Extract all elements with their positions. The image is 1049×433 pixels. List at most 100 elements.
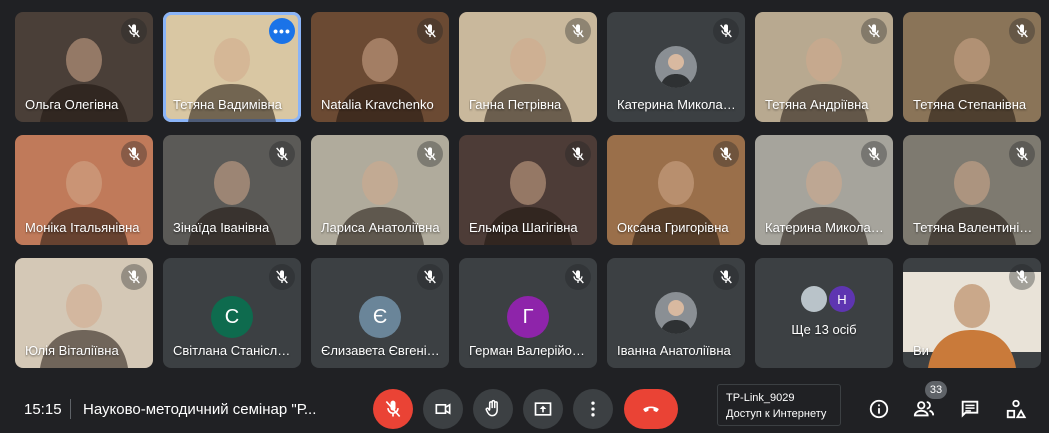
participant-tile[interactable]: Іванна Анатоліївна — [607, 258, 745, 368]
mic-off-icon — [424, 24, 436, 38]
participant-name: Ще 13 осіб — [791, 322, 857, 337]
muted-indicator — [1009, 18, 1035, 44]
mic-off-icon — [128, 24, 140, 38]
mic-off-icon — [868, 147, 880, 161]
mic-off-icon — [1016, 147, 1028, 161]
participant-tile[interactable]: Ви — [903, 258, 1041, 368]
mic-toggle-button[interactable] — [373, 389, 413, 429]
participant-tile[interactable]: ••• Тетяна Вадимівна — [163, 12, 301, 122]
participant-name: Ольга Олегівна — [25, 97, 119, 112]
participant-tile[interactable]: Катерина Миколаївна — [607, 12, 745, 122]
participant-tile[interactable]: Тетяна Степанівна — [903, 12, 1041, 122]
participant-name: Тетяна Валентинівна — [913, 220, 1035, 235]
participant-tile[interactable]: Ганна Петрівна — [459, 12, 597, 122]
participant-name: Оксана Григорівна — [617, 220, 729, 235]
participant-tile[interactable]: Юлія Віталіївна — [15, 258, 153, 368]
mic-off-icon — [572, 270, 584, 284]
others-avatars: Н — [801, 286, 855, 312]
participant-tile[interactable]: С Світлана Станіславівна — [163, 258, 301, 368]
participant-tile[interactable]: Моніка Італьянівна — [15, 135, 153, 245]
muted-indicator — [861, 141, 887, 167]
participant-name: Ви — [913, 343, 929, 358]
participant-name: Герман Валерійович — [469, 343, 591, 358]
bottom-bar: 15:15 Науково-методичний семінар "Р... — [0, 375, 1049, 433]
muted-indicator — [1009, 141, 1035, 167]
participant-tile[interactable]: Лариса Анатоліївна — [311, 135, 449, 245]
tooltip-network-name: TP-Link_9029 — [726, 392, 795, 404]
participant-tile[interactable]: Тетяна Андріївна — [755, 12, 893, 122]
avatar: Н — [829, 286, 855, 312]
participant-name: Тетяна Вадимівна — [173, 97, 282, 112]
info-icon — [869, 399, 889, 419]
network-tooltip: TP-Link_9029 Доступ к Интернету — [717, 384, 841, 426]
chat-button[interactable] — [958, 397, 982, 421]
mic-off-icon — [720, 147, 732, 161]
participant-tile[interactable]: Natalia Kravchenko — [311, 12, 449, 122]
participant-name: Іванна Анатоліївна — [617, 343, 731, 358]
mic-off-icon — [1016, 270, 1028, 284]
participant-name: Світлана Станіславівна — [173, 343, 295, 358]
participant-name: Лариса Анатоліївна — [321, 220, 440, 235]
participant-tile[interactable]: Ельміра Шагігівна — [459, 135, 597, 245]
hand-icon — [485, 399, 498, 417]
muted-indicator — [565, 141, 591, 167]
activities-shapes-icon — [1006, 399, 1027, 419]
mic-off-icon — [1016, 24, 1028, 38]
present-button[interactable] — [523, 389, 563, 429]
muted-indicator — [713, 141, 739, 167]
mic-off-icon — [128, 147, 140, 161]
mic-off-icon — [276, 147, 288, 161]
avatar: Є — [359, 296, 401, 338]
participant-name: Тетяна Андріївна — [765, 97, 869, 112]
participant-name: Юлія Віталіївна — [25, 343, 119, 358]
meeting-title: Науково-методичний семінар "Р... — [83, 401, 317, 418]
raise-hand-button[interactable] — [473, 389, 513, 429]
mic-off-icon — [720, 270, 732, 284]
tile-options-button[interactable]: ••• — [269, 18, 295, 44]
muted-indicator — [713, 264, 739, 290]
participant-grid: Ольга Олегівна ••• Тетяна Вадимівна Natalia… — [15, 12, 1041, 368]
participant-tile[interactable]: Г Герман Валерійович — [459, 258, 597, 368]
camera-icon — [435, 403, 451, 415]
participant-name: Зінаїда Іванівна — [173, 220, 270, 235]
participant-tile[interactable]: Ольга Олегівна — [15, 12, 153, 122]
mic-off-icon — [424, 270, 436, 284]
participant-name: Катерина Миколаївна — [617, 97, 739, 112]
participant-name: Ельміра Шагігівна — [469, 220, 578, 235]
people-button[interactable] — [912, 397, 936, 421]
muted-indicator — [121, 264, 147, 290]
more-options-button[interactable] — [573, 389, 613, 429]
activities-button[interactable] — [1004, 397, 1028, 421]
more-vert-icon — [591, 401, 595, 417]
muted-indicator — [417, 18, 443, 44]
leave-call-button[interactable] — [624, 389, 678, 429]
muted-indicator — [417, 264, 443, 290]
participant-name: Катерина Миколаївна — [765, 220, 887, 235]
mic-off-icon — [128, 270, 140, 284]
participant-name: Єлизавета Євгенівна — [321, 343, 443, 358]
participant-tile[interactable]: Н Ще 13 осіб — [755, 258, 893, 368]
people-icon — [913, 401, 935, 417]
muted-indicator — [565, 18, 591, 44]
muted-indicator — [121, 18, 147, 44]
muted-indicator — [1009, 264, 1035, 290]
participant-tile[interactable]: Зінаїда Іванівна — [163, 135, 301, 245]
muted-indicator — [269, 141, 295, 167]
mic-off-icon — [385, 400, 401, 418]
mic-off-icon — [868, 24, 880, 38]
chat-icon — [961, 400, 979, 418]
camera-toggle-button[interactable] — [423, 389, 463, 429]
mic-off-icon — [424, 147, 436, 161]
avatar — [655, 46, 697, 88]
participant-tile[interactable]: Оксана Григорівна — [607, 135, 745, 245]
participant-name: Тетяна Степанівна — [913, 97, 1027, 112]
participant-tile[interactable]: Катерина Миколаївна — [755, 135, 893, 245]
participant-tile[interactable]: Тетяна Валентинівна — [903, 135, 1041, 245]
mic-off-icon — [572, 147, 584, 161]
mic-off-icon — [276, 270, 288, 284]
meeting-details-button[interactable] — [867, 397, 891, 421]
present-screen-icon — [534, 402, 552, 416]
muted-indicator — [565, 264, 591, 290]
muted-indicator — [713, 18, 739, 44]
participant-tile[interactable]: Є Єлизавета Євгенівна — [311, 258, 449, 368]
